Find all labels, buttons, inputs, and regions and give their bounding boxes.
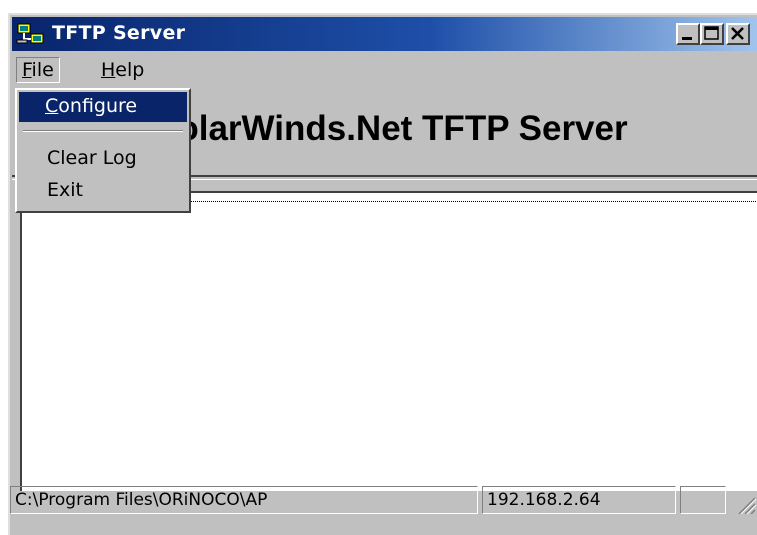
menu-bar: File Help xyxy=(12,53,757,85)
clear-log-label: Clear Log xyxy=(47,147,137,169)
minimize-icon xyxy=(682,37,692,40)
title-bar[interactable]: TFTP Server xyxy=(12,17,757,51)
menu-separator xyxy=(23,130,183,132)
minimize-button[interactable] xyxy=(676,23,700,45)
exit-label: Exit xyxy=(47,179,83,201)
menu-help[interactable]: Help xyxy=(96,59,149,81)
menu-item-clear-log[interactable]: Clear Log xyxy=(19,144,187,174)
close-icon xyxy=(731,27,744,40)
status-bar: C:\Program Files\ORiNOCO\AP 192.168.2.64 xyxy=(8,486,757,516)
window-title: TFTP Server xyxy=(52,22,186,44)
log-panel[interactable] xyxy=(20,191,757,491)
network-computer-icon xyxy=(16,23,44,44)
app-heading: SolarWinds.Net TFTP Server xyxy=(154,109,628,148)
maximize-button[interactable] xyxy=(700,23,724,45)
resize-grip-icon[interactable] xyxy=(733,492,757,514)
maximize-icon xyxy=(704,26,719,40)
menu-item-exit[interactable]: Exit xyxy=(19,176,187,206)
status-ip: 192.168.2.64 xyxy=(482,486,676,514)
close-button[interactable] xyxy=(726,23,750,45)
status-path: C:\Program Files\ORiNOCO\AP xyxy=(10,486,478,514)
menu-file[interactable]: File xyxy=(16,57,60,83)
menu-item-configure[interactable]: Configure xyxy=(19,92,187,122)
status-extra xyxy=(680,486,726,514)
file-menu-dropdown: Configure Clear Log Exit xyxy=(15,88,191,213)
